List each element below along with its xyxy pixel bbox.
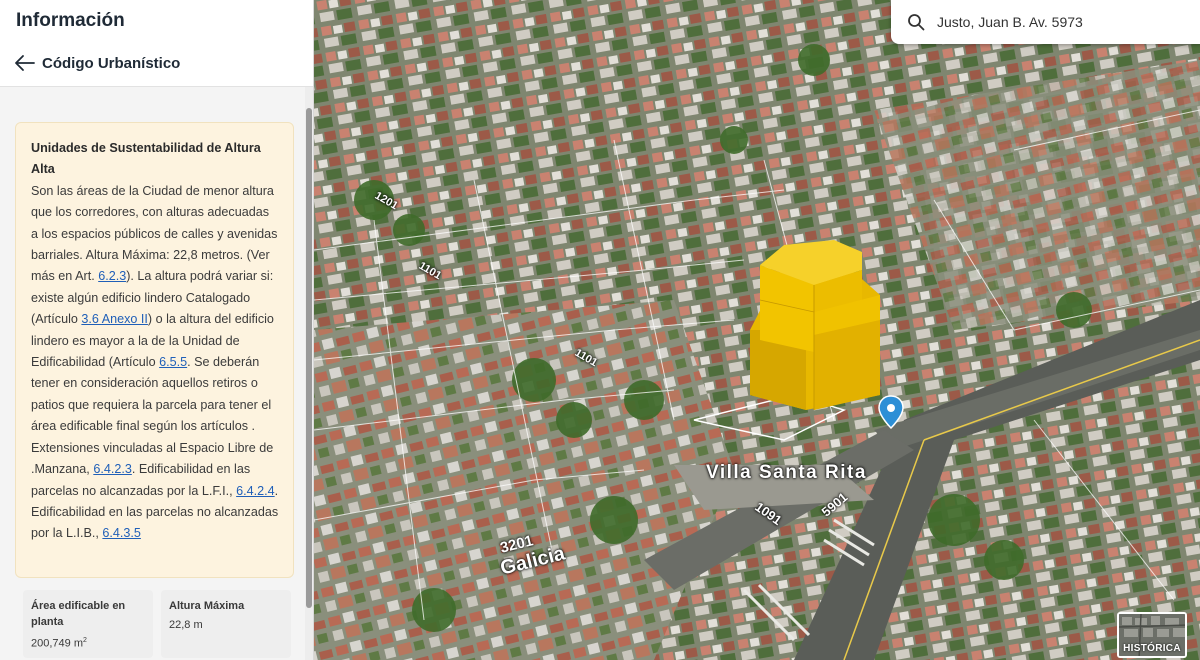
stat-value-number: 200,749 m — [31, 637, 83, 650]
stat-value: 200,749 m2 — [31, 634, 145, 651]
article-link-6-4-2-4[interactable]: 6.4.2.4 — [236, 484, 275, 498]
scrollbar-thumb[interactable] — [306, 108, 312, 608]
article-link-6-5-5[interactable]: 6.5.5 — [159, 355, 187, 369]
info-panel: Información Código Urbanístico Unidades … — [0, 0, 314, 660]
historic-basemap-button[interactable]: HISTÓRICA — [1117, 612, 1187, 658]
search-icon — [908, 14, 925, 31]
stat-buildable-area: Área edificable en planta 200,749 m2 — [23, 590, 153, 658]
article-link-6-4-2-3[interactable]: 6.4.2.3 — [93, 462, 132, 476]
stat-unit-superscript: 2 — [82, 637, 87, 644]
back-button[interactable]: Código Urbanístico — [14, 50, 180, 76]
back-label: Código Urbanístico — [42, 54, 181, 72]
panel-title: Información — [16, 10, 125, 31]
address-search-box[interactable] — [891, 0, 1200, 44]
article-link-3-6-anexo-ii[interactable]: 3.6 Anexo II — [81, 312, 148, 326]
stat-max-height: Altura Máxima 22,8 m — [161, 590, 291, 658]
stat-label: Área edificable en planta — [31, 600, 126, 628]
building-volume-3d[interactable] — [750, 240, 880, 410]
zone-heading: Unidades de Sustentabilidad de Altura Al… — [31, 141, 261, 177]
historic-label: HISTÓRICA — [1123, 643, 1181, 654]
article-link-6-2-3[interactable]: 6.2.3 — [98, 269, 126, 283]
description-text: . Se deberán tener en consideración aque… — [31, 355, 274, 477]
stat-label: Altura Máxima — [169, 600, 245, 612]
neighborhood-label: Villa Santa Rita — [706, 462, 867, 483]
aerial-map[interactable] — [314, 0, 1200, 660]
article-link-6-4-3-5[interactable]: 6.4.3.5 — [102, 526, 141, 540]
address-search-input[interactable] — [935, 13, 1175, 31]
arrow-left-icon — [15, 55, 35, 71]
zone-info-card: Unidades de Sustentabilidad de Altura Al… — [15, 122, 294, 578]
map-view[interactable]: Villa Santa Rita 3201 Galicia 5901 1091 … — [314, 0, 1200, 660]
zone-description: Son las áreas de la Ciudad de menor altu… — [31, 181, 279, 545]
stat-value: 22,8 m — [169, 619, 203, 631]
